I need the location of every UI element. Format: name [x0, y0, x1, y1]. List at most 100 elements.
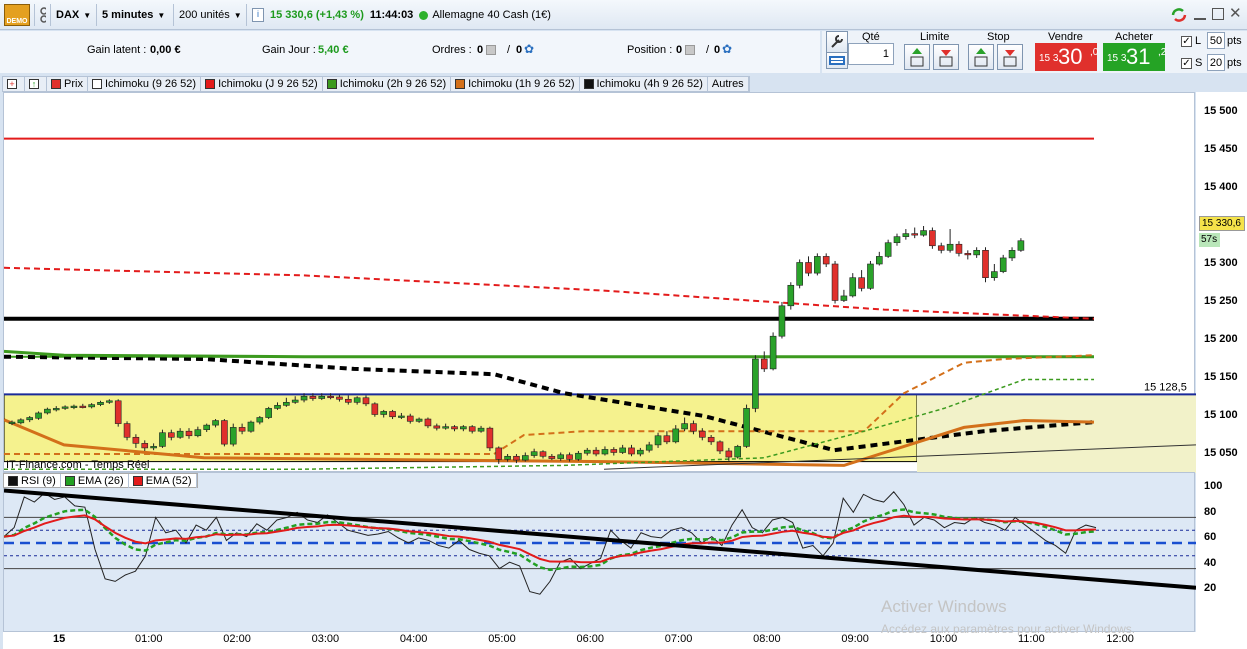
gear-icon[interactable]: ✿: [722, 42, 732, 56]
price-axis[interactable]: 15 50015 45015 40015 35015 30015 25015 2…: [1196, 92, 1247, 632]
candle: [601, 449, 609, 455]
keyboard-icon[interactable]: [826, 52, 848, 69]
legend-item[interactable]: Prix: [47, 77, 88, 91]
orders-icon[interactable]: [486, 45, 496, 55]
gain-jour-value: 5,40 €: [318, 44, 349, 56]
quantity-input[interactable]: 1: [848, 43, 894, 65]
legend-label: Ichimoku (1h 9 26 52): [468, 78, 575, 90]
timeframe-select[interactable]: 5 minutes ▼: [98, 4, 174, 26]
demo-badge[interactable]: DEMO: [4, 4, 30, 26]
candle: [973, 250, 980, 256]
candle: [920, 230, 927, 236]
candle: [557, 454, 565, 459]
activation-watermark-subtitle: Accédez aux paramètres pour activer Wind…: [881, 622, 1136, 636]
positions-icon[interactable]: [685, 45, 695, 55]
candle: [539, 451, 547, 457]
chevron-down-icon: ▼: [233, 10, 242, 20]
gear-icon[interactable]: ✿: [524, 42, 534, 56]
legend-other[interactable]: Autres: [708, 77, 749, 91]
price-chart[interactable]: 15 128,5 IT-Finance.com - Temps Réel: [3, 92, 1197, 473]
instrument-select[interactable]: DAX ▼: [52, 4, 97, 26]
refresh-icon[interactable]: [1170, 6, 1188, 24]
candle: [283, 402, 290, 406]
candle: [548, 455, 556, 459]
candle: [875, 256, 883, 265]
info-icon[interactable]: i: [252, 8, 264, 22]
position-count-2: 0: [714, 44, 721, 56]
candle: [884, 242, 892, 257]
ordres-count: 0: [477, 44, 484, 56]
candle: [247, 421, 255, 432]
legend-item[interactable]: Ichimoku (2h 9 26 52): [323, 77, 452, 91]
time-tick-label: 01:00: [135, 633, 163, 645]
rsi-legend-item[interactable]: EMA (26): [61, 474, 129, 488]
candle: [645, 444, 653, 451]
rsi-legend-item[interactable]: EMA (52): [129, 474, 197, 488]
candle: [309, 395, 317, 399]
legend-label: Prix: [64, 78, 83, 90]
link-icon[interactable]: [34, 4, 51, 26]
candle: [637, 449, 644, 455]
wrench-icon[interactable]: [826, 31, 848, 53]
time-tick-label: 07:00: [664, 633, 693, 645]
candle: [937, 245, 945, 251]
stop-buy-icon[interactable]: [968, 44, 994, 70]
account-info-bar: Gain latent : 0,00 € Gain Jour : 5,40 € …: [0, 31, 820, 73]
rsi-panel[interactable]: [3, 472, 1197, 632]
maximize-button[interactable]: [1212, 8, 1224, 20]
legend-item[interactable]: Ichimoku (4h 9 26 52): [580, 77, 708, 91]
legend-items: Prix Ichimoku (9 26 52) Ichimoku (J 9 26 5…: [47, 77, 708, 91]
candle: [291, 399, 299, 403]
remove-indicator-icon[interactable]: +: [3, 77, 25, 91]
buy-button[interactable]: 15 3 31 ,2: [1103, 43, 1166, 71]
candle: [831, 263, 839, 301]
price-tick-label: 15 250: [1204, 295, 1238, 307]
add-indicator-icon[interactable]: ↑: [25, 77, 47, 91]
minimize-button[interactable]: [1194, 8, 1206, 20]
candle: [787, 284, 795, 307]
close-button[interactable]: ✕: [1229, 4, 1243, 22]
candle: [725, 450, 733, 458]
candle: [760, 358, 768, 370]
sell-button[interactable]: 15 3 30 ,0: [1035, 43, 1098, 71]
legend-swatch: [132, 476, 143, 486]
stop-checkbox[interactable]: ✓: [1181, 58, 1192, 69]
rsi-tick-label: 60: [1204, 531, 1217, 544]
candle: [592, 449, 600, 455]
candle: [805, 262, 812, 274]
candle: [185, 430, 193, 437]
price-tick-label: 15 300: [1204, 257, 1238, 269]
candle: [964, 253, 972, 256]
candle: [477, 427, 485, 432]
price-tick-label: 15 450: [1204, 143, 1238, 155]
legend-label: Ichimoku (2h 9 26 52): [339, 78, 447, 90]
candle: [654, 435, 662, 446]
quantity-select[interactable]: 200 unités ▼: [175, 4, 247, 26]
candle: [221, 420, 228, 445]
candle: [353, 397, 361, 403]
legend-item[interactable]: Ichimoku (9 26 52): [88, 77, 202, 91]
time-tick-label: 09:00: [841, 633, 869, 645]
legend-item[interactable]: Ichimoku (J 9 26 52): [201, 77, 323, 91]
limit-sell-icon[interactable]: [933, 44, 959, 70]
ordres-count-2: 0: [516, 44, 523, 56]
time-tick-label: 02:00: [223, 633, 251, 645]
limit-points-input[interactable]: 50: [1207, 32, 1225, 49]
candle: [672, 428, 680, 443]
rsi-legend-item[interactable]: RSI (9): [4, 474, 61, 488]
stop-points-input[interactable]: 20: [1207, 54, 1225, 71]
candle: [982, 250, 989, 278]
limit-checkbox[interactable]: ✓: [1181, 36, 1192, 47]
legend-item[interactable]: Ichimoku (1h 9 26 52): [451, 77, 580, 91]
candle: [35, 412, 42, 419]
candle: [991, 271, 998, 278]
limit-buy-icon[interactable]: [904, 44, 930, 70]
candle: [504, 455, 511, 460]
candle: [468, 426, 476, 432]
candle: [344, 398, 352, 403]
vendre-label: Vendre: [1048, 31, 1083, 43]
stop-sell-icon[interactable]: [997, 44, 1023, 70]
candle: [424, 418, 432, 427]
candle: [26, 417, 34, 421]
candle: [70, 405, 78, 408]
